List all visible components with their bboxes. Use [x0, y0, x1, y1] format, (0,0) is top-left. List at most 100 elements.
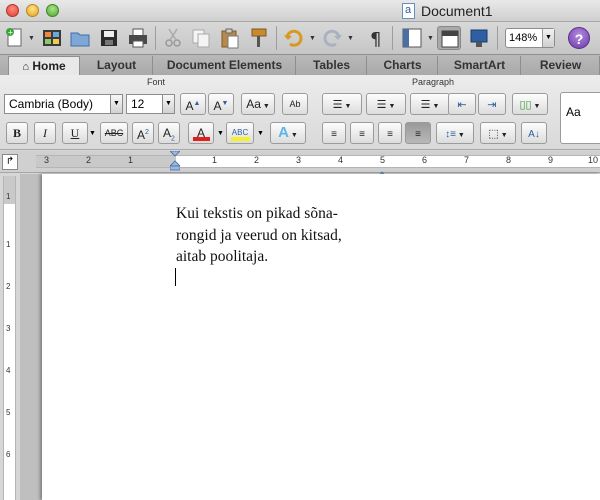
align-left-icon: ≡	[331, 129, 337, 140]
subscript-label: A	[163, 126, 172, 140]
superscript-mark: 2	[145, 129, 149, 136]
document-text-line[interactable]: rongid ja veerud on kitsad,	[176, 227, 342, 245]
shrink-font-button[interactable]: A▼	[208, 93, 234, 115]
vruler-number: 6	[6, 450, 11, 459]
print-icon[interactable]	[126, 26, 150, 50]
sidebar-dropdown-icon[interactable]: ▼	[427, 35, 434, 42]
sort-button[interactable]: A↓	[521, 122, 547, 144]
font-size-value: 12	[131, 97, 145, 111]
change-case-label: Aa	[246, 97, 261, 111]
new-document-icon[interactable]: +	[3, 26, 27, 50]
highlight-dropdown-icon[interactable]: ▼	[257, 130, 264, 137]
font-color-swatch	[193, 137, 210, 141]
spelling-label: Ab	[289, 99, 301, 109]
minimize-window-button[interactable]	[26, 4, 39, 17]
media-browser-icon[interactable]	[467, 26, 491, 50]
document-text-line[interactable]: Kui tekstis on pikad sõna-	[176, 205, 338, 223]
font-color-dropdown-icon[interactable]: ▼	[217, 130, 224, 137]
line-spacing-button[interactable]: ↕≡ ▼	[436, 122, 474, 144]
align-left-button[interactable]: ≡	[322, 122, 346, 144]
horizontal-ruler[interactable]: 3 2 1 1 2 3 4 5 6 7 8 9 10	[36, 155, 600, 168]
paste-icon[interactable]	[218, 26, 242, 50]
vertical-ruler[interactable]: 1 1 2 3 4 5 6	[3, 176, 16, 500]
close-window-button[interactable]	[6, 4, 19, 17]
font-name-dropdown-icon[interactable]: ▼	[110, 95, 122, 113]
ruler-number: 4	[338, 155, 344, 165]
sidebar-toggle-icon[interactable]	[400, 26, 424, 50]
tab-home[interactable]: ⌂ Home	[8, 56, 80, 76]
ruler-number: 5	[380, 155, 386, 165]
show-formatting-icon[interactable]: ¶	[364, 26, 388, 50]
left-margin-area	[36, 156, 176, 167]
first-line-indent-marker[interactable]	[169, 150, 181, 171]
italic-button[interactable]: I	[34, 122, 56, 144]
ruler-number: 3	[296, 155, 302, 165]
bullets-button[interactable]: ☰ ▼	[322, 93, 362, 115]
font-size-dropdown-icon[interactable]: ▼	[162, 95, 174, 113]
align-center-button[interactable]: ≡	[350, 122, 374, 144]
font-name-select[interactable]: Cambria (Body) ▼	[4, 94, 123, 114]
grow-font-button[interactable]: A▲	[180, 93, 206, 115]
borders-button[interactable]: ⬚ ▼	[480, 122, 516, 144]
ruler-number: 1	[128, 155, 134, 165]
standard-toolbar: + ▼ ▼ ▼ ¶ ▼ 148% ▼ ?	[0, 22, 600, 54]
tab-document-elements[interactable]: Document Elements	[154, 56, 296, 75]
columns-icon: ▯▯	[519, 99, 532, 111]
templates-gallery-icon[interactable]	[40, 26, 64, 50]
numbering-button[interactable]: ☰ ▼	[366, 93, 406, 115]
font-size-select[interactable]: 12 ▼	[126, 94, 175, 114]
justify-button[interactable]: ≡	[405, 122, 431, 144]
shrink-font-label: A	[213, 99, 222, 113]
align-right-button[interactable]: ≡	[378, 122, 402, 144]
zoom-window-button[interactable]	[46, 4, 59, 17]
tab-stop-selector[interactable]: ↱	[2, 154, 18, 170]
spelling-button[interactable]: Ab	[282, 93, 308, 115]
undo-icon[interactable]	[282, 26, 306, 50]
document-proxy-icon[interactable]	[402, 3, 415, 19]
tab-review[interactable]: Review	[522, 56, 600, 75]
vruler-number: 1	[6, 192, 11, 201]
toolbox-icon[interactable]	[437, 26, 461, 50]
redo-dropdown-icon[interactable]: ▼	[347, 35, 354, 42]
multilevel-list-button[interactable]: ☰ ▼	[410, 93, 450, 115]
ribbon-tab-bar: ⌂ Home Layout Document Elements Tables C…	[0, 54, 600, 76]
ruler-number: 7	[464, 155, 470, 165]
ruler-number: 10	[588, 155, 599, 165]
save-icon[interactable]	[97, 26, 121, 50]
styles-gallery[interactable]: Aa	[560, 92, 600, 144]
copy-icon[interactable]	[189, 26, 213, 50]
title-bar: Document1	[0, 0, 600, 22]
tab-tables[interactable]: Tables	[297, 56, 367, 75]
ruler-bar: ↱ 3 2 1 1 2 3 4 5 6 7 8 9 10	[0, 150, 600, 179]
justify-icon: ≡	[415, 129, 421, 140]
font-color-button[interactable]: A	[188, 122, 214, 144]
underline-button[interactable]: U	[62, 122, 88, 144]
highlight-button[interactable]: ABC	[226, 122, 254, 144]
open-folder-icon[interactable]	[68, 26, 92, 50]
zoom-select[interactable]: 148% ▼	[505, 28, 555, 48]
cut-icon[interactable]	[161, 26, 185, 50]
undo-dropdown-icon[interactable]: ▼	[309, 35, 316, 42]
text-effects-button[interactable]: A ▼	[270, 122, 306, 144]
zoom-dropdown-icon[interactable]: ▼	[542, 29, 554, 47]
format-painter-icon[interactable]	[246, 26, 270, 50]
help-button[interactable]: ?	[568, 27, 590, 49]
vruler-number: 2	[6, 282, 11, 291]
tab-layout[interactable]: Layout	[81, 56, 153, 75]
underline-dropdown-icon[interactable]: ▼	[89, 130, 96, 137]
strikethrough-button[interactable]: ABC	[100, 122, 128, 144]
decrease-indent-button[interactable]: ⇤	[448, 93, 476, 115]
change-case-button[interactable]: Aa ▼	[241, 93, 275, 115]
right-indent-marker[interactable]	[376, 165, 388, 179]
new-dropdown-icon[interactable]: ▼	[28, 35, 35, 42]
bold-button[interactable]: B	[6, 122, 28, 144]
document-text-line[interactable]: aitab poolitaja.	[176, 248, 268, 266]
increase-indent-button[interactable]: ⇥	[478, 93, 506, 115]
columns-button[interactable]: ▯▯ ▼	[512, 93, 548, 115]
line-spacing-icon: ↕≡	[445, 129, 456, 140]
subscript-button[interactable]: A2	[158, 122, 180, 144]
redo-icon[interactable]	[320, 26, 344, 50]
tab-smartart[interactable]: SmartArt	[439, 56, 521, 75]
superscript-button[interactable]: A2	[132, 122, 154, 144]
tab-charts[interactable]: Charts	[368, 56, 438, 75]
